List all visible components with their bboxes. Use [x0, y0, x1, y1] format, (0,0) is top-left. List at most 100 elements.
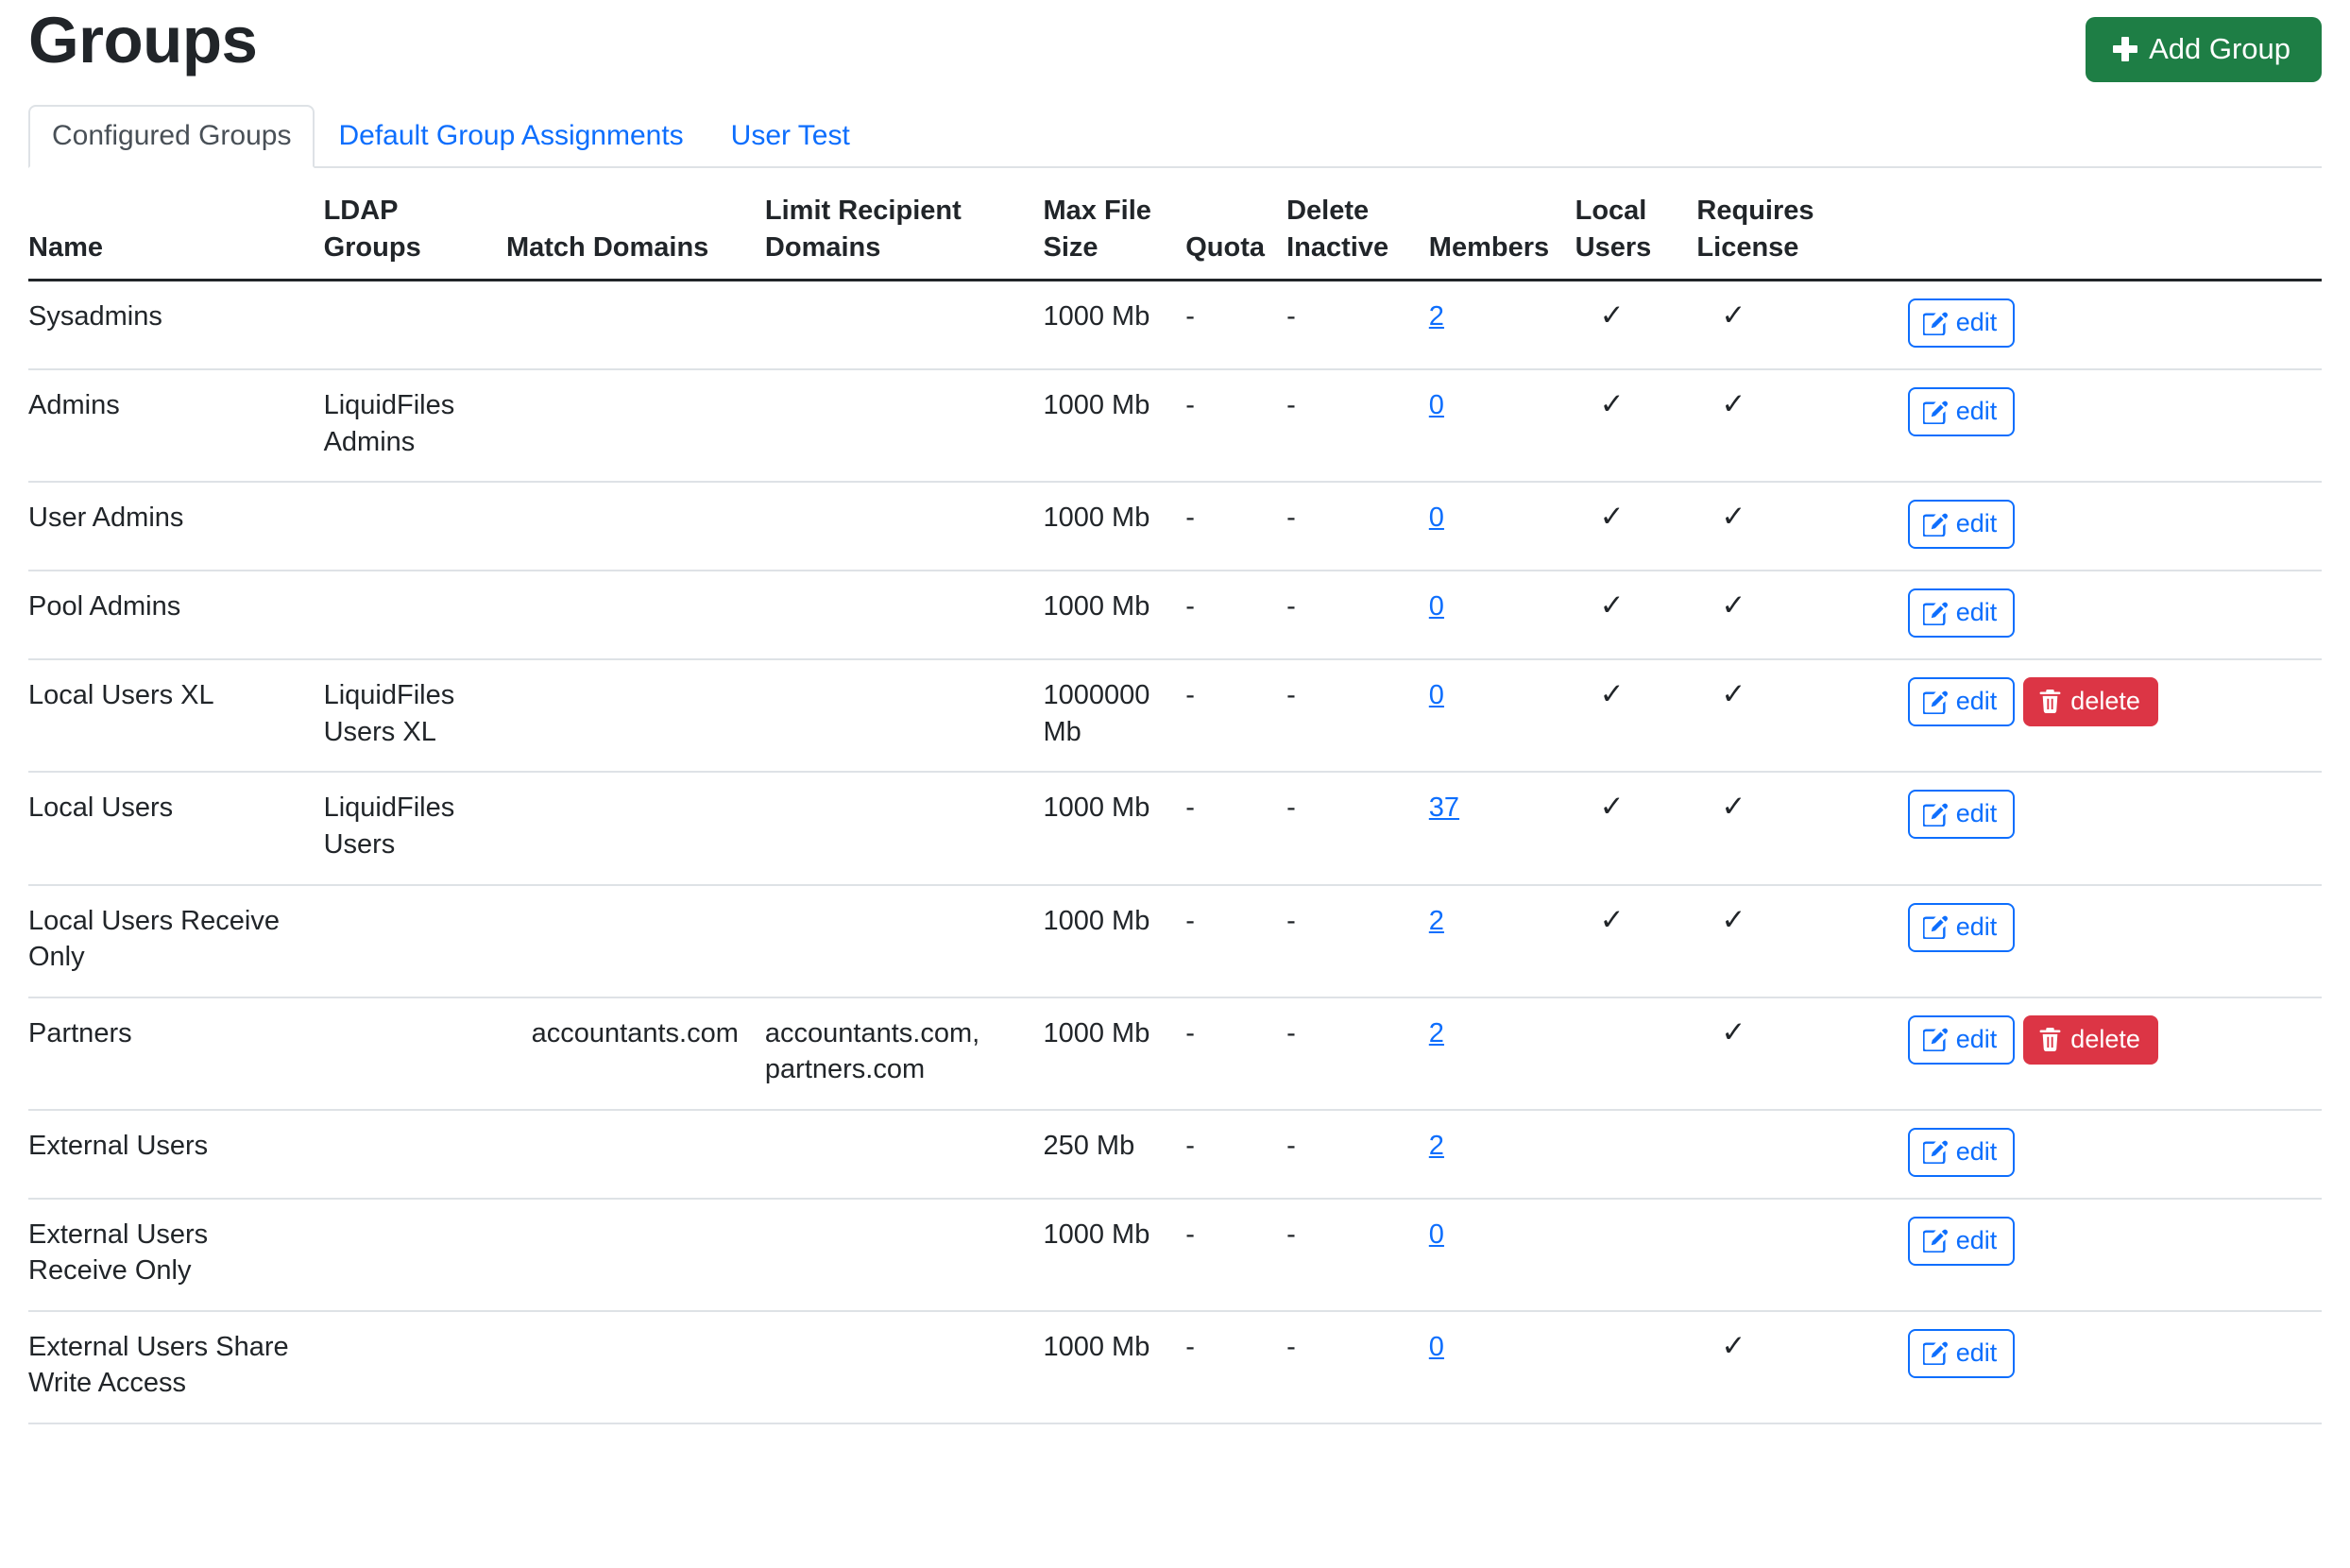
members-cell: 2: [1415, 884, 1562, 998]
members-link[interactable]: 2: [1429, 1018, 1444, 1048]
edit-button[interactable]: edit: [1907, 902, 2016, 952]
max-file-size-cell: 1000 Mb: [1030, 772, 1173, 886]
limit-recipient-domains-cell: [751, 1198, 1030, 1312]
local-users-cell: [1561, 1198, 1684, 1312]
table-row: Partners accountants.com accountants.com, …: [28, 997, 2322, 1111]
delete-inactive-cell: -: [1273, 369, 1416, 484]
table-header-row: Name LDAP Groups Match Domains Limit Rec…: [28, 193, 2322, 282]
limit-recipient-domains-cell: [751, 772, 1030, 886]
edit-button[interactable]: edit: [1907, 1014, 2016, 1065]
column-header-actions: [1894, 193, 2322, 282]
local-users-cell: ✓: [1561, 659, 1684, 774]
members-cell: 0: [1415, 1198, 1562, 1312]
limit-recipient-domains-cell: [751, 571, 1030, 661]
check-icon: ✓: [1599, 588, 1625, 622]
delete-inactive-cell: -: [1273, 482, 1416, 572]
pencil-square-icon: [1922, 1139, 1948, 1165]
limit-recipient-domains-cell: [751, 369, 1030, 484]
members-link[interactable]: 0: [1429, 591, 1444, 622]
edit-button[interactable]: edit: [1907, 298, 2016, 349]
check-icon: ✓: [1721, 500, 1746, 534]
max-file-size-cell: 1000 Mb: [1030, 482, 1173, 572]
check-icon: ✓: [1721, 677, 1746, 711]
requires-license-cell: ✓: [1683, 1310, 1895, 1425]
delete-inactive-cell: -: [1273, 1198, 1416, 1312]
requires-license-cell: ✓: [1683, 772, 1895, 886]
edit-button[interactable]: edit: [1907, 588, 2016, 639]
tab-user-test[interactable]: User Test: [707, 105, 874, 166]
ldap-groups-cell: [306, 884, 497, 998]
actions-cell: edit: [1894, 1109, 2322, 1200]
edit-button[interactable]: edit: [1907, 500, 2016, 550]
match-domains-cell: [496, 1198, 752, 1312]
edit-button-label: edit: [1955, 1338, 1998, 1367]
ldap-groups-cell: LiquidFiles Admins: [306, 369, 497, 484]
members-link[interactable]: 0: [1429, 1332, 1444, 1362]
column-header-members: Members: [1415, 193, 1562, 282]
actions-cell: edit: [1894, 1198, 2322, 1312]
pencil-square-icon: [1922, 914, 1948, 939]
members-link[interactable]: 2: [1429, 1131, 1444, 1161]
quota-cell: -: [1172, 997, 1274, 1111]
match-domains-cell: [496, 1310, 752, 1425]
requires-license-cell: [1683, 1198, 1895, 1312]
max-file-size-cell: 1000 Mb: [1030, 884, 1173, 998]
trash-icon: [2038, 1027, 2062, 1051]
members-link[interactable]: 0: [1429, 1219, 1444, 1250]
max-file-size-cell: 1000 Mb: [1030, 1198, 1173, 1312]
edit-button[interactable]: edit: [1907, 1216, 2016, 1266]
members-link[interactable]: 2: [1429, 301, 1444, 332]
quota-cell: -: [1172, 1310, 1274, 1425]
delete-button[interactable]: delete: [2023, 677, 2158, 727]
delete-inactive-cell: -: [1273, 1310, 1416, 1425]
edit-button-label: edit: [1955, 509, 1998, 538]
edit-button[interactable]: edit: [1907, 387, 2016, 437]
edit-button[interactable]: edit: [1907, 1328, 2016, 1378]
members-cell: 0: [1415, 571, 1562, 661]
pencil-square-icon: [1922, 601, 1948, 625]
tab-default-group-assignments[interactable]: Default Group Assignments: [315, 105, 707, 166]
delete-inactive-cell: -: [1273, 659, 1416, 774]
ldap-groups-cell: [306, 482, 497, 572]
edit-button[interactable]: edit: [1907, 790, 2016, 840]
members-cell: 37: [1415, 772, 1562, 886]
table-row: Sysadmins 1000 Mb - -2 ✓ ✓ edit: [28, 280, 2322, 371]
pencil-square-icon: [1922, 1228, 1948, 1253]
members-link[interactable]: 0: [1429, 503, 1444, 533]
members-cell: 2: [1415, 280, 1562, 371]
delete-inactive-cell: -: [1273, 1109, 1416, 1200]
limit-recipient-domains-cell: [751, 280, 1030, 371]
trash-icon: [2038, 690, 2062, 714]
members-cell: 2: [1415, 1109, 1562, 1200]
column-header-name: Name: [28, 193, 307, 282]
check-icon: ✓: [1721, 298, 1746, 332]
check-icon: ✓: [1599, 790, 1625, 824]
tab-configured-groups[interactable]: Configured Groups: [28, 105, 315, 168]
edit-button-label: edit: [1955, 308, 1998, 337]
ldap-groups-cell: [306, 997, 497, 1111]
members-link[interactable]: 0: [1429, 390, 1444, 420]
pencil-square-icon: [1922, 512, 1948, 537]
max-file-size-cell: 1000000 Mb: [1030, 659, 1173, 774]
quota-cell: -: [1172, 571, 1274, 661]
add-group-button[interactable]: Add Group: [2086, 17, 2322, 82]
pencil-square-icon: [1922, 1027, 1948, 1052]
match-domains-cell: [496, 482, 752, 572]
edit-button[interactable]: edit: [1907, 1127, 2016, 1177]
check-icon: ✓: [1721, 790, 1746, 824]
members-link[interactable]: 37: [1429, 793, 1459, 823]
check-icon: ✓: [1721, 588, 1746, 622]
members-link[interactable]: 0: [1429, 680, 1444, 710]
groups-page: Groups Add Group Configured Groups Defaul…: [0, 0, 2350, 1568]
match-domains-cell: [496, 571, 752, 661]
members-link[interactable]: 2: [1429, 906, 1444, 936]
edit-button-label: edit: [1955, 1225, 1998, 1254]
max-file-size-cell: 250 Mb: [1030, 1109, 1173, 1200]
actions-cell: edit: [1894, 280, 2322, 371]
delete-button[interactable]: delete: [2023, 1014, 2158, 1065]
quota-cell: -: [1172, 772, 1274, 886]
column-header-ldap-groups: LDAP Groups: [306, 193, 497, 282]
edit-button[interactable]: edit: [1907, 677, 2016, 727]
group-name-cell: Pool Admins: [28, 571, 307, 661]
requires-license-cell: ✓: [1683, 571, 1895, 661]
